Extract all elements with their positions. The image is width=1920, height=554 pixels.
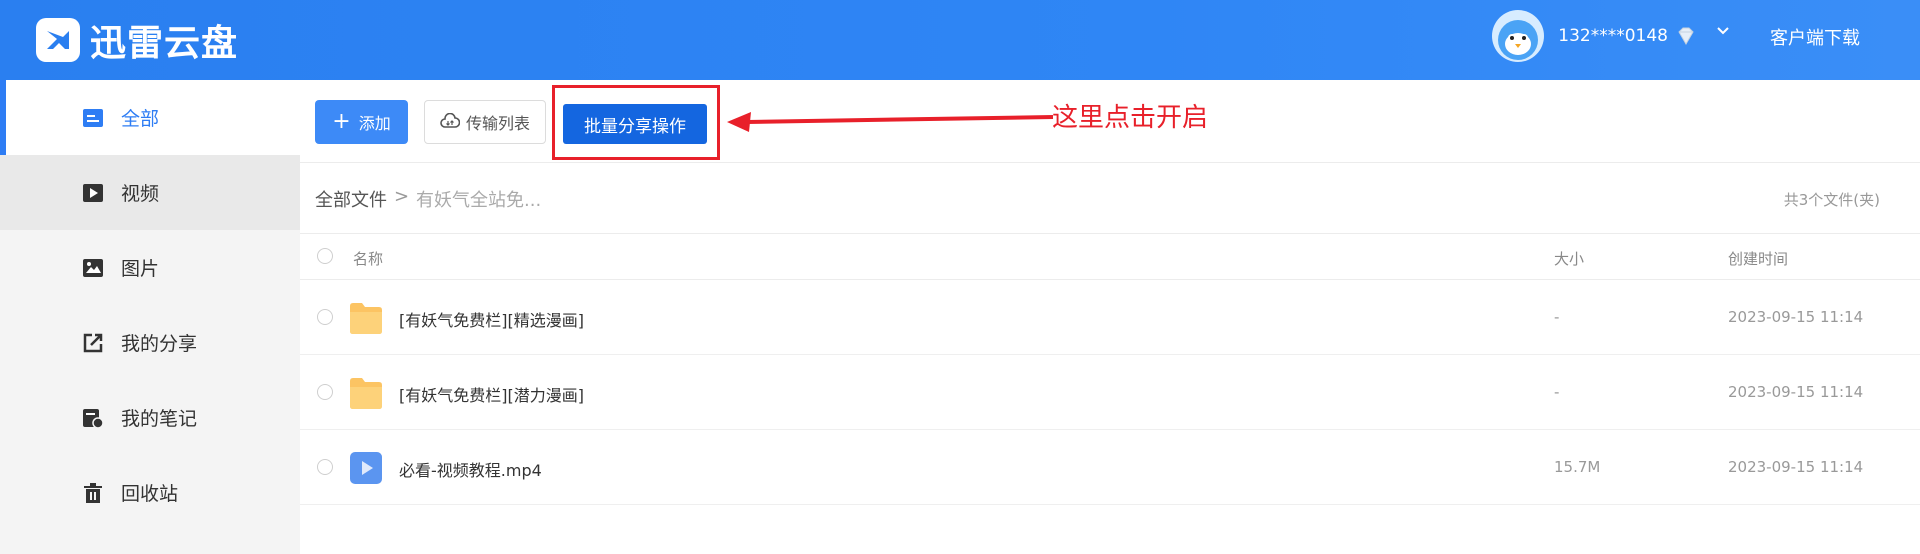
diamond-vip-icon xyxy=(1678,27,1694,45)
annotation-text: 这里点击开启 xyxy=(1052,103,1209,133)
column-header-size[interactable]: 大小 xyxy=(1554,248,1584,269)
top-header: 迅雷云盘 132****0148 客户端下载 xyxy=(0,0,1920,80)
annotation-arrow xyxy=(727,112,1054,132)
chevron-down-icon[interactable] xyxy=(1716,24,1730,38)
file-created-time: 2023-09-15 11:14 xyxy=(1728,458,1864,476)
row-checkbox[interactable] xyxy=(317,459,333,475)
file-name[interactable]: [有妖气免费栏][潜力漫画] xyxy=(399,382,584,406)
table-row[interactable]: 必看-视频教程.mp4 15.7M 2023-09-15 11:14 xyxy=(300,430,1920,505)
file-name[interactable]: 必看-视频教程.mp4 xyxy=(399,457,542,481)
client-download-link[interactable]: 客户端下载 xyxy=(1770,24,1860,50)
sidebar-item-notes[interactable]: 我的笔记 xyxy=(0,380,300,455)
sidebar-item-image[interactable]: 图片 xyxy=(0,230,300,305)
user-phone: 132****0148 xyxy=(1558,26,1668,46)
transfer-list-label: 传输列表 xyxy=(465,114,530,133)
row-checkbox[interactable] xyxy=(317,309,333,325)
file-size: - xyxy=(1554,383,1560,401)
file-size: 15.7M xyxy=(1554,458,1601,476)
sidebar-item-label: 视频 xyxy=(121,183,160,205)
file-name[interactable]: [有妖气免费栏][精选漫画] xyxy=(399,307,584,331)
list-icon xyxy=(83,108,103,127)
row-checkbox[interactable] xyxy=(317,384,333,400)
breadcrumb-root[interactable]: 全部文件 xyxy=(315,186,387,212)
image-icon xyxy=(83,258,103,277)
sidebar-item-video[interactable]: 视频 xyxy=(0,155,300,230)
sidebar-item-share[interactable]: 我的分享 xyxy=(0,305,300,380)
sidebar-item-trash[interactable]: 回收站 xyxy=(0,455,300,530)
share-icon xyxy=(83,333,103,352)
cloud-transfer-icon xyxy=(440,113,460,128)
note-icon xyxy=(83,408,104,429)
user-profile[interactable]: 132****0148 xyxy=(1492,10,1698,62)
folder-icon xyxy=(350,378,382,409)
sidebar-item-label: 我的分享 xyxy=(121,333,198,355)
add-button[interactable]: + 添加 xyxy=(315,100,408,144)
sidebar-item-all[interactable]: 全部 xyxy=(0,80,300,155)
breadcrumb-separator: > xyxy=(394,186,410,207)
sidebar-item-label: 回收站 xyxy=(121,483,179,505)
app-name: 迅雷云盘 xyxy=(90,23,239,64)
column-header-created[interactable]: 创建时间 xyxy=(1728,248,1788,269)
file-size: - xyxy=(1554,308,1560,326)
folder-icon xyxy=(350,303,382,334)
toolbar-divider xyxy=(300,162,1920,163)
active-indicator xyxy=(0,80,6,155)
select-all-checkbox[interactable] xyxy=(317,248,333,264)
bird-logo-icon xyxy=(36,18,80,62)
row-divider xyxy=(300,504,1920,505)
breadcrumb-current: 有妖气全站免... xyxy=(416,190,542,211)
table-row[interactable]: [有妖气免费栏][精选漫画] - 2023-09-15 11:14 xyxy=(300,280,1920,355)
app-logo[interactable]: 迅雷云盘 xyxy=(36,14,238,66)
video-icon xyxy=(83,183,103,202)
avatar[interactable] xyxy=(1492,10,1545,62)
file-count: 共3个文件(夹) xyxy=(1783,191,1880,209)
transfer-list-button[interactable]: 传输列表 xyxy=(424,100,546,144)
sidebar-item-label: 我的笔记 xyxy=(121,408,198,430)
breadcrumb-divider xyxy=(300,233,1920,234)
file-created-time: 2023-09-15 11:14 xyxy=(1728,308,1864,326)
add-button-label: 添加 xyxy=(358,114,391,133)
file-created-time: 2023-09-15 11:14 xyxy=(1728,383,1864,401)
plus-icon: + xyxy=(332,109,351,134)
trash-icon xyxy=(84,482,102,503)
video-file-icon xyxy=(350,452,382,484)
batch-share-button[interactable]: 批量分享操作 xyxy=(563,104,707,144)
sidebar: 全部 视频 图片 我的分享 我的笔记 回收站 xyxy=(0,80,300,554)
column-header-name[interactable]: 名称 xyxy=(353,248,383,269)
sidebar-item-label: 全部 xyxy=(121,108,160,130)
sidebar-item-label: 图片 xyxy=(121,258,160,280)
table-row[interactable]: [有妖气免费栏][潜力漫画] - 2023-09-15 11:14 xyxy=(300,355,1920,430)
